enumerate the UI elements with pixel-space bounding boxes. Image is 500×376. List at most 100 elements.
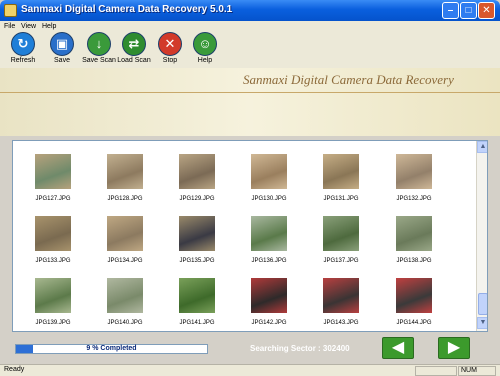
scroll-up-arrow-icon[interactable]: ▲ [477,141,487,153]
photo-thumbnail[interactable] [35,278,71,313]
thumbnail-item[interactable]: JPG143.JPG [311,278,371,331]
toolbar-label: Help [197,57,213,64]
stop-button[interactable]: ✕ Stop [152,32,188,68]
thumbnail-item[interactable]: JPG130.JPG [239,154,299,209]
thumbnail-item[interactable]: JPG138.JPG [384,216,444,271]
photo-thumbnail[interactable] [396,154,432,189]
refresh-icon: ↻ [11,32,35,56]
progress-area: 9 % Completed Searching Sector : 302400 … [0,336,500,364]
photo-thumbnail[interactable] [251,278,287,313]
toolbar-label: Stop [162,57,178,64]
banner-divider [0,92,500,93]
banner: Sanmaxi Digital Camera Data Recovery [0,68,500,136]
thumbnail-item[interactable]: JPG127.JPG [23,154,83,209]
photo-thumbnail[interactable] [179,154,215,189]
prev-button[interactable]: ◀ [382,337,414,359]
toolbar-label: Load Scan [117,57,151,64]
thumbnail-item[interactable]: JPG139.JPG [23,278,83,331]
toolbar-label: Refresh [10,57,36,64]
photo-thumbnail[interactable] [323,154,359,189]
toolbar: ↻ Refresh ▣ Save ↓ Save Scan ⇄ Load Scan ✕ Stop ☺ H… [0,32,500,68]
thumbnail-filename: JPG136.JPG [251,258,287,264]
thumbnail-item[interactable]: JPG141.JPG [167,278,227,331]
menu-help[interactable]: Help [42,21,56,32]
toolbar-label: Save Scan [82,57,116,64]
help-icon: ☺ [193,32,217,56]
thumbnail-item[interactable]: JPG128.JPG [95,154,155,209]
scroll-down-arrow-icon[interactable]: ▼ [477,317,487,329]
app-icon [4,4,17,17]
thumbnail-filename: JPG128.JPG [107,196,143,202]
maximize-button[interactable]: □ [460,2,477,19]
app-window: Sanmaxi Digital Camera Data Recovery 5.0… [0,0,500,376]
photo-thumbnail[interactable] [107,154,143,189]
menu-bar: File View Help [0,21,500,32]
photo-thumbnail[interactable] [179,216,215,251]
progress-text: 9 % Completed [86,345,137,352]
status-cell-empty [415,366,457,376]
photo-thumbnail[interactable] [35,154,71,189]
photo-thumbnail[interactable] [323,216,359,251]
thumbnail-item[interactable]: JPG137.JPG [311,216,371,271]
status-text: Ready [4,366,25,373]
thumbnail-item[interactable]: JPG144.JPG [384,278,444,331]
next-button[interactable]: ▶ [438,337,470,359]
thumbnail-filename: JPG134.JPG [107,258,143,264]
thumbnail-filename: JPG132.JPG [396,196,432,202]
thumbnail-filename: JPG141.JPG [179,320,215,326]
refresh-button[interactable]: ↻ Refresh [5,32,41,68]
thumbnail-filename: JPG129.JPG [179,196,215,202]
thumbnail-filename: JPG133.JPG [35,258,71,264]
thumbnail-filename: JPG138.JPG [396,258,432,264]
arrow-left-icon: ◀ [391,339,405,356]
photo-thumbnail[interactable] [323,278,359,313]
title-bar: Sanmaxi Digital Camera Data Recovery 5.0… [0,0,500,21]
thumbnail-item[interactable]: JPG132.JPG [384,154,444,209]
close-button[interactable]: ✕ [478,2,495,19]
banner-title: Sanmaxi Digital Camera Data Recovery [243,72,454,87]
photo-thumbnail[interactable] [107,216,143,251]
thumbnail-filename: JPG127.JPG [35,196,71,202]
progress-bar: 9 % Completed [15,344,208,354]
thumbnail-item[interactable]: JPG134.JPG [95,216,155,271]
save-scan-button[interactable]: ↓ Save Scan [81,32,117,68]
save-scan-icon: ↓ [87,32,111,56]
load-scan-button[interactable]: ⇄ Load Scan [116,32,152,68]
thumbnail-item[interactable]: JPG135.JPG [167,216,227,271]
searching-sector-text: Searching Sector : 302400 [250,344,350,353]
photo-thumbnail[interactable] [35,216,71,251]
stop-icon: ✕ [158,32,182,56]
window-title: Sanmaxi Digital Camera Data Recovery 5.0… [21,4,233,15]
thumbnail-filename: JPG135.JPG [179,258,215,264]
arrow-right-icon: ▶ [447,339,461,356]
help-button[interactable]: ☺ Help [187,32,223,68]
minimize-button[interactable]: – [442,2,459,19]
thumbnail-item[interactable]: JPG136.JPG [239,216,299,271]
thumbnail-item[interactable]: JPG140.JPG [95,278,155,331]
thumbnail-item[interactable]: JPG129.JPG [167,154,227,209]
photo-thumbnail[interactable] [179,278,215,313]
thumbnail-filename: JPG131.JPG [323,196,359,202]
thumbnail-item[interactable]: JPG142.JPG [239,278,299,331]
status-bar: Ready NUM [0,364,500,376]
save-icon: ▣ [50,32,74,56]
thumbnail-item[interactable]: JPG131.JPG [311,154,371,209]
save-button[interactable]: ▣ Save [44,32,80,68]
thumbnail-gallery: ▲ ▼ JPG127.JPG JPG128.JPG JPG129.JPG JPG130… [12,140,488,332]
menu-view[interactable]: View [21,21,36,32]
thumbnail-filename: JPG140.JPG [107,320,143,326]
photo-thumbnail[interactable] [107,278,143,313]
vertical-scrollbar[interactable]: ▲ ▼ [476,141,487,331]
toolbar-label: Save [54,57,70,64]
thumbnail-filename: JPG137.JPG [323,258,359,264]
photo-thumbnail[interactable] [251,216,287,251]
menu-file[interactable]: File [4,21,15,32]
scrollbar-thumb[interactable] [478,293,487,315]
photo-thumbnail[interactable] [251,154,287,189]
photo-thumbnail[interactable] [396,278,432,313]
photo-thumbnail[interactable] [396,216,432,251]
thumbnail-filename: JPG130.JPG [251,196,287,202]
thumbnail-item[interactable]: JPG133.JPG [23,216,83,271]
thumbnail-filename: JPG143.JPG [323,320,359,326]
load-scan-icon: ⇄ [122,32,146,56]
